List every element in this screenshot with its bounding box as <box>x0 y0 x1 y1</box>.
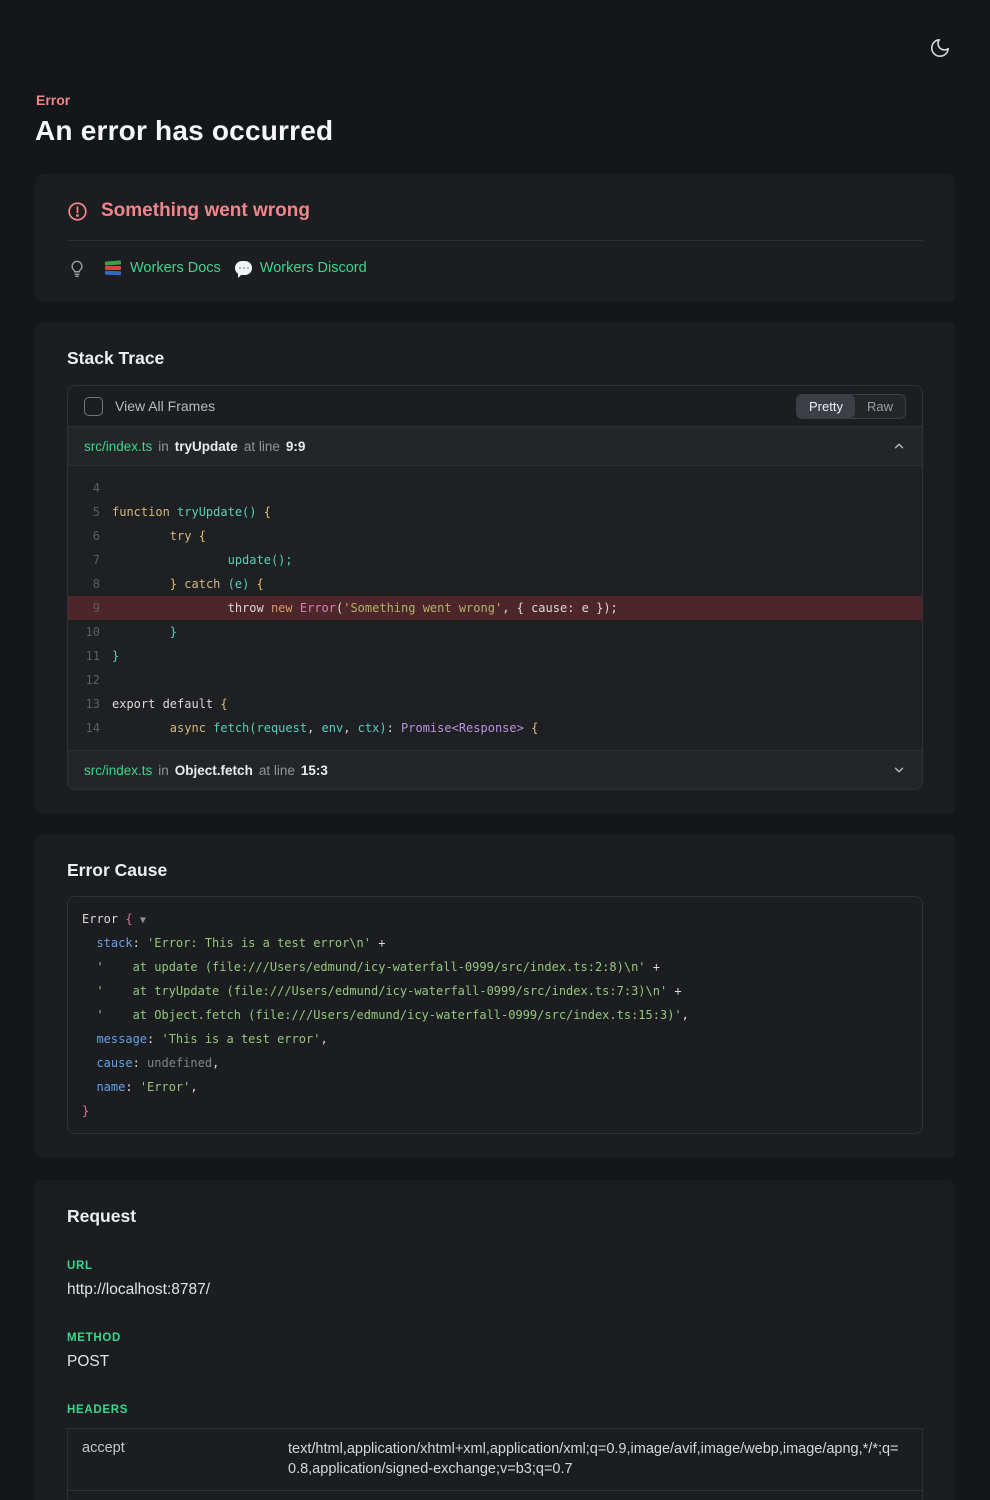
frame-in-label: in <box>158 763 169 778</box>
code-line-highlighted: 9 throw new Error('Something went wrong'… <box>68 596 922 620</box>
header-row: accepttext/html,application/xhtml+xml,ap… <box>68 1429 923 1491</box>
method-value: POST <box>67 1353 923 1371</box>
method-label: METHOD <box>67 1332 923 1344</box>
code-line: 11} <box>68 644 922 668</box>
workers-docs-label: Workers Docs <box>130 260 221 276</box>
pretty-raw-toggle: Pretty Raw <box>796 394 906 419</box>
line-code: } <box>112 644 119 668</box>
error-cause-line: stack: 'Error: This is a test error\n' + <box>82 931 908 955</box>
line-number: 9 <box>68 596 112 620</box>
header-row: accept-encodingbr, gzip <box>68 1491 923 1500</box>
code-block: 45function tryUpdate() {6 try {7 update(… <box>68 465 922 750</box>
stack-trace-heading: Stack Trace <box>67 348 923 369</box>
stack-trace-toolbar: View All Frames Pretty Raw <box>68 386 922 426</box>
header-name: accept <box>68 1429 275 1491</box>
error-kicker: Error <box>36 92 955 108</box>
theme-toggle-button[interactable] <box>926 34 954 62</box>
divider <box>67 240 923 241</box>
stack-trace-panel: View All Frames Pretty Raw src/index.ts … <box>67 385 923 790</box>
chevron-down-icon <box>892 763 906 777</box>
pretty-button[interactable]: Pretty <box>797 395 855 418</box>
frame-line: 9:9 <box>286 439 306 454</box>
line-code: export default { <box>112 692 228 716</box>
code-line: 10 } <box>68 620 922 644</box>
code-line: 12 <box>68 668 922 692</box>
error-cause-card: Error Cause Error { ▼ stack: 'Error: Thi… <box>35 834 955 1158</box>
request-card: Request URL http://localhost:8787/ METHO… <box>35 1180 955 1500</box>
code-line: 14 async fetch(request, env, ctx): Promi… <box>68 716 922 740</box>
error-cause-heading: Error Cause <box>67 860 923 881</box>
error-cause-line: cause: undefined, <box>82 1051 908 1075</box>
view-all-frames-checkbox[interactable] <box>84 397 103 416</box>
error-cause-line: } <box>82 1099 908 1123</box>
error-cause-line: ' at tryUpdate (file:///Users/edmund/icy… <box>82 979 908 1003</box>
line-number: 5 <box>68 500 112 524</box>
url-value: http://localhost:8787/ <box>67 1281 923 1299</box>
error-cause-line: message: 'This is a test error', <box>82 1027 908 1051</box>
header-value: br, gzip <box>274 1491 923 1500</box>
header-name: accept-encoding <box>68 1491 275 1500</box>
frame-file: src/index.ts <box>84 763 152 778</box>
line-code: throw new Error('Something went wrong', … <box>112 596 618 620</box>
line-number: 13 <box>68 692 112 716</box>
alert-message: Something went wrong <box>101 200 310 222</box>
view-all-frames-control[interactable]: View All Frames <box>84 397 215 416</box>
frame-at-label: at line <box>244 439 280 454</box>
workers-discord-link[interactable]: Workers Discord <box>235 260 367 276</box>
workers-discord-label: Workers Discord <box>260 260 367 276</box>
url-label: URL <box>67 1260 923 1272</box>
frame-at-label: at line <box>259 763 295 778</box>
error-cause-line: ' at update (file:///Users/edmund/icy-wa… <box>82 955 908 979</box>
frame-file: src/index.ts <box>84 439 152 454</box>
stack-frame-header-1[interactable]: src/index.ts in tryUpdate at line 9:9 <box>68 426 922 465</box>
workers-docs-link[interactable]: Workers Docs <box>105 260 221 276</box>
line-code: async fetch(request, env, ctx): Promise<… <box>112 716 538 740</box>
lightbulb-icon <box>67 258 87 278</box>
error-cause-panel: Error { ▼ stack: 'Error: This is a test … <box>67 896 923 1134</box>
line-code: update(); <box>112 548 293 572</box>
chevron-up-icon <box>892 439 906 453</box>
code-line: 8 } catch (e) { <box>68 572 922 596</box>
line-code: try { <box>112 524 206 548</box>
error-cause-line: name: 'Error', <box>82 1075 908 1099</box>
books-icon <box>105 261 122 276</box>
alert-card: Something went wrong Workers Docs Worker… <box>35 174 955 302</box>
view-all-frames-label: View All Frames <box>115 398 215 414</box>
line-code: } <box>112 620 177 644</box>
stack-trace-card: Stack Trace View All Frames Pretty Raw s… <box>35 322 955 814</box>
code-line: 13export default { <box>68 692 922 716</box>
frame-in-label: in <box>158 439 169 454</box>
page-title: An error has occurred <box>35 115 955 147</box>
line-number: 14 <box>68 716 112 740</box>
stack-frame-header-2[interactable]: src/index.ts in Object.fetch at line 15:… <box>68 750 922 789</box>
raw-button[interactable]: Raw <box>855 395 905 418</box>
header-value: text/html,application/xhtml+xml,applicat… <box>274 1429 923 1491</box>
line-number: 10 <box>68 620 112 644</box>
code-line: 5function tryUpdate() { <box>68 500 922 524</box>
frame-line: 15:3 <box>301 763 328 778</box>
headers-table: accepttext/html,application/xhtml+xml,ap… <box>67 1428 923 1500</box>
line-number: 7 <box>68 548 112 572</box>
error-cause-line: Error { ▼ <box>82 907 908 931</box>
code-line: 7 update(); <box>68 548 922 572</box>
line-number: 11 <box>68 644 112 668</box>
line-number: 6 <box>68 524 112 548</box>
alert-circle-icon <box>67 201 88 222</box>
line-number: 4 <box>68 476 112 500</box>
error-cause-line: ' at Object.fetch (file:///Users/edmund/… <box>82 1003 908 1027</box>
headers-label: HEADERS <box>67 1404 923 1416</box>
error-page: Error An error has occurred Something we… <box>0 0 990 1500</box>
speech-bubble-icon <box>235 261 252 275</box>
line-code: } catch (e) { <box>112 572 264 596</box>
request-heading: Request <box>67 1206 923 1227</box>
frame-function: tryUpdate <box>175 439 238 454</box>
line-number: 8 <box>68 572 112 596</box>
line-number: 12 <box>68 668 112 692</box>
frame-function: Object.fetch <box>175 763 253 778</box>
code-line: 4 <box>68 476 922 500</box>
code-line: 6 try { <box>68 524 922 548</box>
moon-icon <box>929 37 951 59</box>
line-code: function tryUpdate() { <box>112 500 271 524</box>
